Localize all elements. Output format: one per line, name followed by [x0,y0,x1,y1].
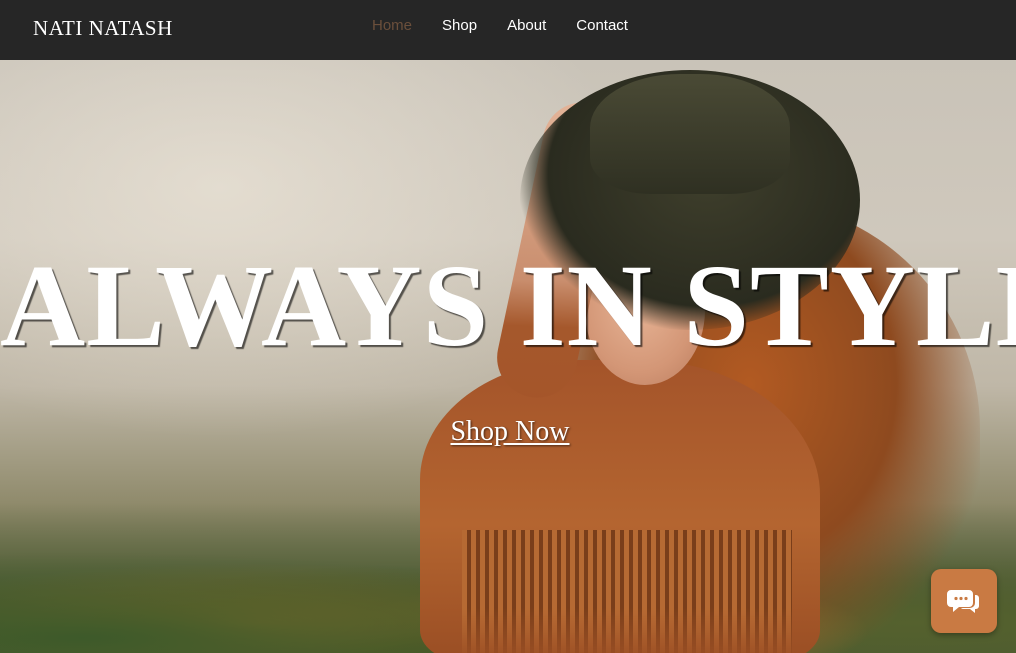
hero-section: ALWAYS IN STYLE Shop Now [0,60,1016,653]
nav-item-contact[interactable]: Contact [576,17,628,34]
nav-item-shop[interactable]: Shop [442,17,477,34]
site-logo[interactable]: NATI NATASH [33,16,173,41]
shop-now-link[interactable]: Shop Now [440,416,580,448]
chat-button[interactable] [931,569,997,633]
nav-item-about[interactable]: About [507,17,546,34]
nav-item-home[interactable]: Home [372,17,412,34]
hero-jacket-fringe [462,530,792,653]
site-header: NATI NATASH Home Shop About Contact [0,0,1016,60]
main-nav: Home Shop About Contact [372,17,658,34]
hero-hat-crown [590,74,790,194]
chat-bubbles-icon [947,590,979,613]
hero-headline: ALWAYS IN STYLE [0,240,1016,371]
